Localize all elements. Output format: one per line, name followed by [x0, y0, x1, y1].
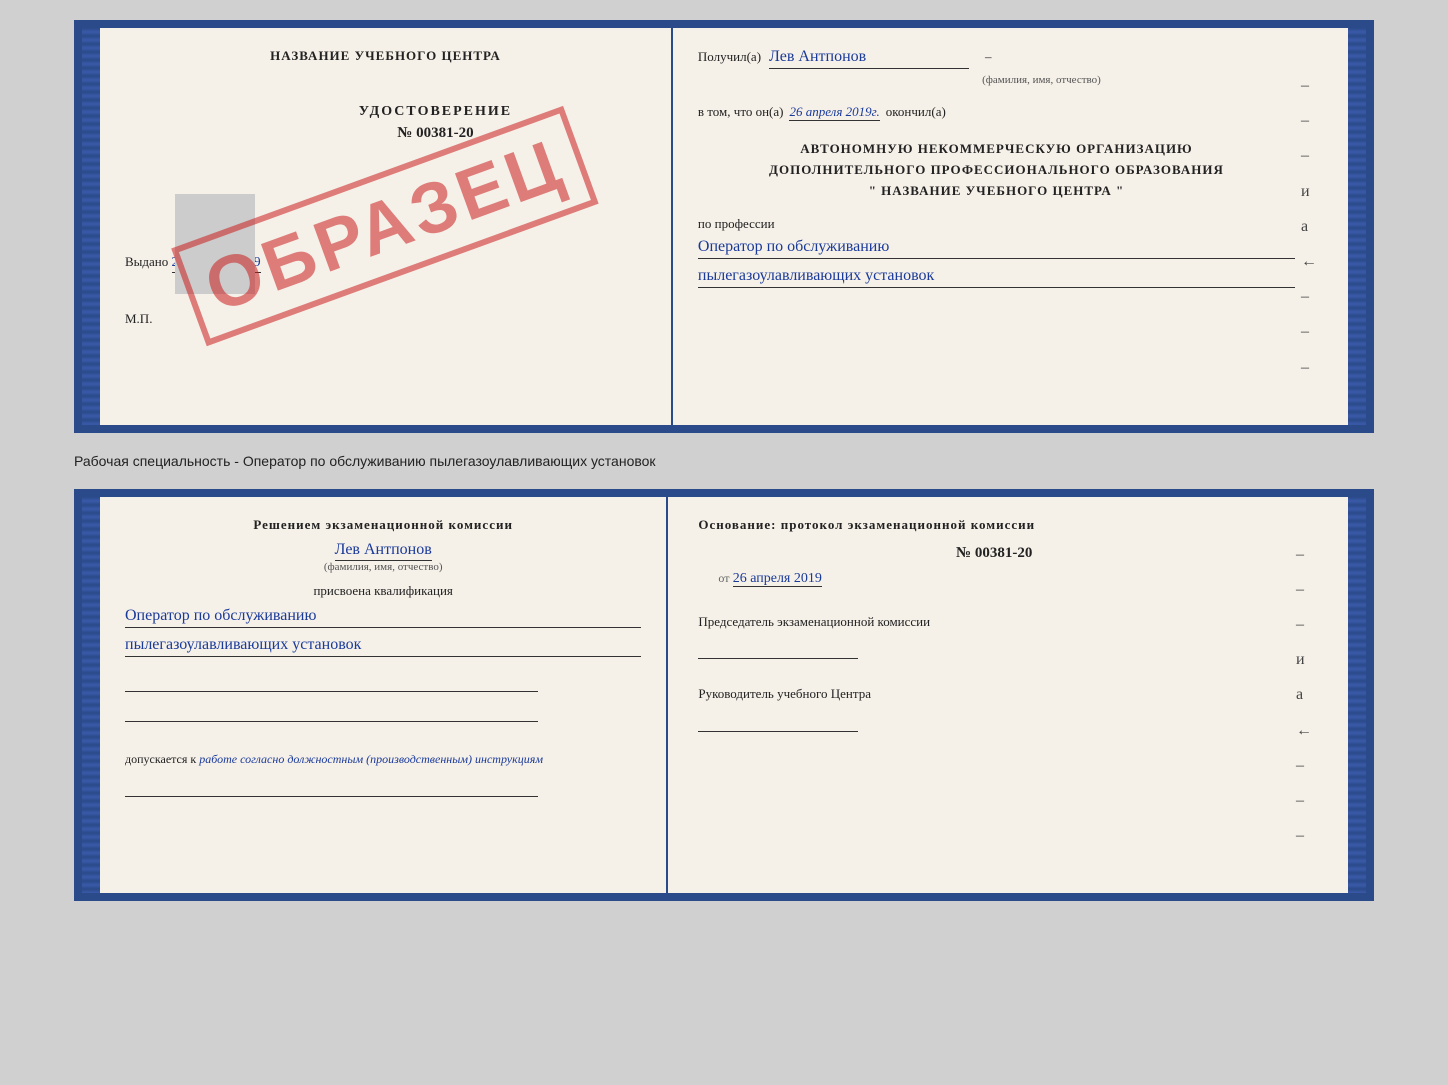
bottom-fio-sub: (фамилия, имя, отчество)	[125, 561, 641, 573]
predsedatel-block: Председатель экзаменационной комиссии	[698, 612, 1290, 660]
profession-line2-top: пылегазоулавливающих установок	[698, 267, 1295, 288]
book-spine-left-bottom	[82, 497, 100, 894]
blank-line-3	[125, 777, 538, 797]
separator-text: Рабочая специальность - Оператор по обсл…	[74, 445, 1374, 477]
dopuskaetsya-value: работе согласно должностным (производств…	[199, 752, 543, 766]
po-professii-label: по профессии	[698, 216, 775, 231]
org-block: АВТОНОМНУЮ НЕКОММЕРЧЕСКУЮ ОРГАНИЗАЦИЮ ДО…	[698, 139, 1295, 201]
blank-line-1	[125, 672, 538, 692]
qualification-line2: пылегазоулавливающих установок	[125, 636, 641, 657]
okonchil-label: окончил(а)	[886, 104, 946, 120]
org-line2: ДОПОЛНИТЕЛЬНОГО ПРОФЕССИОНАЛЬНОГО ОБРАЗО…	[698, 160, 1295, 181]
book-spine-right-top	[1348, 28, 1366, 425]
vtom-label: в том, что он(а)	[698, 104, 784, 120]
predsedatel-label: Председатель экзаменационной комиссии	[698, 612, 1290, 632]
bottom-qualification-block: Оператор по обслуживанию пылегазоулавлив…	[125, 607, 641, 657]
prisvoena-text: присвоена квалификация	[125, 583, 641, 599]
top-right-content: Получил(а) Лев Антпонов – (фамилия, имя,…	[698, 48, 1295, 405]
top-right-page: Получил(а) Лев Антпонов – (фамилия, имя,…	[673, 28, 1348, 425]
po-professii: по профессии Оператор по обслуживанию пы…	[698, 216, 1295, 288]
fio-sub-top: (фамилия, имя, отчество)	[788, 74, 1295, 86]
rukovoditel-signature	[698, 712, 858, 732]
ot-line: от 26 апреля 2019	[698, 570, 1290, 587]
ot-date: 26 апреля 2019	[733, 571, 822, 587]
dopuskaetsya-label: допускается к	[125, 752, 196, 766]
school-name-top: НАЗВАНИЕ УЧЕБНОГО ЦЕНТРА	[125, 48, 646, 64]
bottom-right-content: Основание: протокол экзаменационной коми…	[698, 517, 1290, 874]
resheniyem-block: Решением экзаменационной комиссии	[125, 517, 641, 533]
poluchil-line: Получил(а) Лев Антпонов –	[698, 48, 1295, 69]
bottom-left-page: Решением экзаменационной комиссии Лев Ан…	[100, 497, 668, 894]
osnovaniye-label: Основание: протокол экзаменационной коми…	[698, 517, 1035, 532]
protocol-number: № 00381-20	[698, 545, 1290, 562]
top-left-page: НАЗВАНИЕ УЧЕБНОГО ЦЕНТРА УДОСТОВЕРЕНИЕ №…	[100, 28, 673, 425]
vtom-line: в том, что он(а) 26 апреля 2019г. окончи…	[698, 104, 1295, 121]
blank-line-2	[125, 702, 538, 722]
top-certificate: НАЗВАНИЕ УЧЕБНОГО ЦЕНТРА УДОСТОВЕРЕНИЕ №…	[74, 20, 1374, 433]
udostoverenie-title: УДОСТОВЕРЕНИЕ	[225, 104, 646, 120]
rukovoditel-block: Руководитель учебного Центра	[698, 684, 1290, 732]
profession-line1-top: Оператор по обслуживанию	[698, 238, 1295, 259]
osnovaniye-block: Основание: протокол экзаменационной коми…	[698, 517, 1290, 533]
udostoverenie-block: УДОСТОВЕРЕНИЕ № 00381-20	[225, 104, 646, 142]
document-container: НАЗВАНИЕ УЧЕБНОГО ЦЕНТРА УДОСТОВЕРЕНИЕ №…	[74, 20, 1374, 901]
resheniyem-label: Решением экзаменационной комиссии	[125, 517, 641, 533]
vydano-label: Выдано	[125, 254, 168, 269]
bottom-recipient-block: Лев Антпонов (фамилия, имя, отчество)	[125, 541, 641, 573]
bottom-certificate: Решением экзаменационной комиссии Лев Ан…	[74, 489, 1374, 902]
bottom-recipient-name: Лев Антпонов	[335, 541, 432, 561]
side-dashes-top: – – – и а ← – – –	[1295, 48, 1323, 405]
book-spine-right-bottom	[1348, 497, 1366, 894]
photo-placeholder	[175, 194, 255, 294]
vtom-date: 26 апреля 2019г.	[789, 104, 879, 121]
qualification-line1: Оператор по обслуживанию	[125, 607, 641, 628]
mp-label: М.П.	[125, 311, 646, 327]
ot-label: от	[718, 571, 729, 585]
org-line3: " НАЗВАНИЕ УЧЕБНОГО ЦЕНТРА "	[698, 181, 1295, 202]
udostoverenie-number: № 00381-20	[225, 125, 646, 142]
recipient-name-top: Лев Антпонов	[769, 48, 969, 69]
dopuskaetsya-block: допускается к работе согласно должностны…	[125, 752, 641, 767]
org-line1: АВТОНОМНУЮ НЕКОММЕРЧЕСКУЮ ОРГАНИЗАЦИЮ	[698, 139, 1295, 160]
rukovoditel-label: Руководитель учебного Центра	[698, 684, 1290, 704]
predsedatel-signature	[698, 639, 858, 659]
bottom-right-page: Основание: протокол экзаменационной коми…	[668, 497, 1348, 894]
poluchil-label: Получил(а)	[698, 49, 761, 65]
side-dashes-bottom: – – – и а ← – – –	[1290, 517, 1318, 874]
book-spine-left	[82, 28, 100, 425]
